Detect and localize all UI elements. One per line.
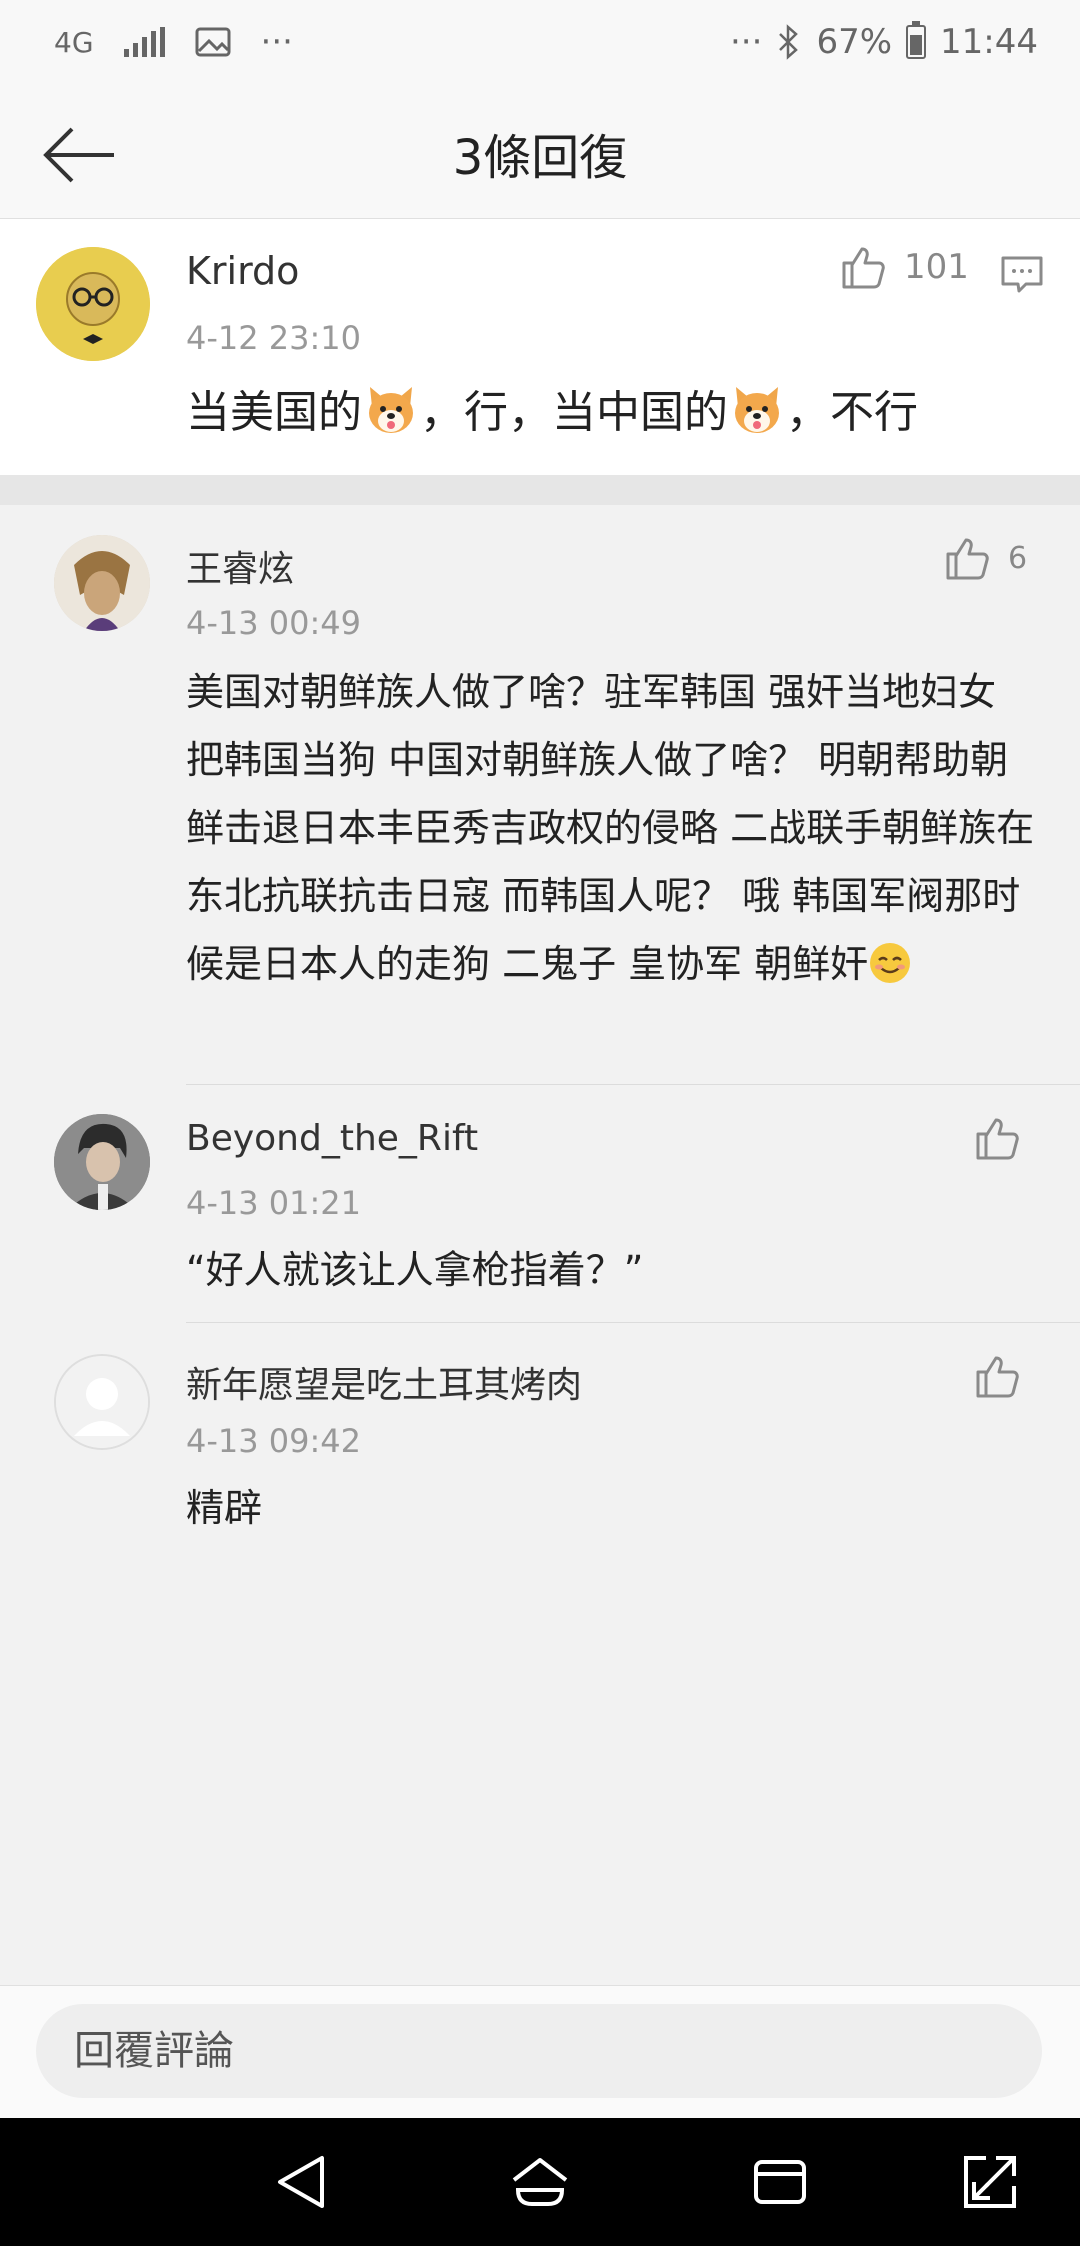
title-bar: 3條回復	[0, 90, 1080, 219]
like-count: 101	[904, 247, 969, 287]
comment-content: 当美国的 ，行，当中国的 ，不行	[186, 379, 918, 447]
nav-back-button[interactable]	[272, 2150, 336, 2214]
thumbs-up-icon	[976, 1356, 1019, 1398]
nav-recents-button[interactable]	[748, 2150, 812, 2214]
thumbs-up-icon	[976, 1118, 1019, 1160]
like-button[interactable]: 101	[838, 243, 969, 291]
username[interactable]: Beyond_the_Rift	[186, 1118, 478, 1159]
content-part: ，行，当中国的	[420, 387, 728, 438]
reply-content: 精辟	[186, 1474, 1036, 1542]
system-nav-bar	[0, 2118, 1080, 2246]
content-part: 当美国的	[186, 387, 362, 438]
nav-expand-icon	[964, 2156, 1016, 2208]
battery-icon	[906, 21, 927, 59]
avatar[interactable]	[54, 535, 150, 631]
reply-content: 美国对朝鲜族人做了啥？驻军韩国 强奸当地妇女 把韩国当狗 中国对朝鲜族人做了啥？…	[186, 658, 1036, 998]
avatar[interactable]	[36, 247, 150, 361]
comment-time: 4-13 01:21	[186, 1184, 362, 1222]
avatar[interactable]	[54, 1114, 150, 1210]
content-part: ，不行	[786, 387, 918, 438]
nav-home-button[interactable]	[508, 2150, 572, 2214]
main-comment: Krirdo 4-12 23:10 101 当美国的 ，行，当中国的 ，不行	[0, 219, 1080, 475]
comment-icon	[1001, 256, 1043, 293]
nav-back-icon	[278, 2156, 324, 2208]
battery-percent: 67%	[816, 22, 893, 62]
reply-button[interactable]	[1000, 255, 1044, 299]
username[interactable]: Krirdo	[186, 249, 299, 293]
comment-time: 4-13 00:49	[186, 604, 362, 642]
reply-text: “好人就该让人拿枪指着？”	[186, 1248, 644, 1292]
signal-icon	[123, 27, 165, 57]
reply-text: 美国对朝鲜族人做了啥？驻军韩国 强奸当地妇女 把韩国当狗 中国对朝鲜族人做了啥？…	[186, 670, 1035, 986]
divider	[186, 1084, 1080, 1085]
reply-input[interactable]	[36, 2004, 1042, 2098]
photo-avatar-icon	[54, 1114, 150, 1210]
nav-expand-button[interactable]	[958, 2150, 1022, 2214]
illustrated-avatar-icon	[54, 535, 150, 631]
more-notifications-icon: ···	[260, 22, 293, 62]
username[interactable]: 王睿炫	[186, 540, 294, 592]
comment-time: 4-13 09:42	[186, 1422, 362, 1460]
section-divider	[0, 475, 1080, 505]
clock: 11:44	[940, 22, 1038, 62]
thumbs-up-icon	[842, 247, 885, 289]
dog-face-icon	[735, 387, 779, 433]
reply-content: “好人就该让人拿枪指着？”	[186, 1236, 1036, 1304]
reply-bar	[0, 1985, 1080, 2119]
dog-face-icon	[369, 387, 413, 433]
nav-home-icon	[512, 2158, 568, 2206]
more-status-icon: ···	[730, 22, 763, 62]
network-type: 4G	[54, 25, 94, 59]
nav-recents-icon	[754, 2160, 806, 2204]
leopard-avatar-icon	[36, 247, 150, 361]
like-button[interactable]: 6	[942, 534, 1027, 582]
like-button[interactable]	[972, 1114, 1038, 1162]
status-bar: 4G ··· ··· 67% 11:44	[0, 0, 1080, 90]
reply-text: 精辟	[186, 1486, 263, 1530]
page-title: 3條回復	[452, 130, 628, 186]
avatar[interactable]	[54, 1354, 150, 1450]
username[interactable]: 新年愿望是吃土耳其烤肉	[186, 1356, 582, 1408]
default-user-icon	[56, 1356, 148, 1448]
bluetooth-icon	[779, 24, 799, 60]
thumbs-up-icon	[946, 538, 989, 580]
comment-time: 4-12 23:10	[186, 319, 362, 357]
like-count: 6	[1008, 540, 1028, 576]
divider	[186, 1322, 1080, 1323]
smiling-face-icon	[870, 943, 911, 983]
image-notification-icon	[195, 27, 231, 57]
like-button[interactable]	[972, 1352, 1038, 1400]
